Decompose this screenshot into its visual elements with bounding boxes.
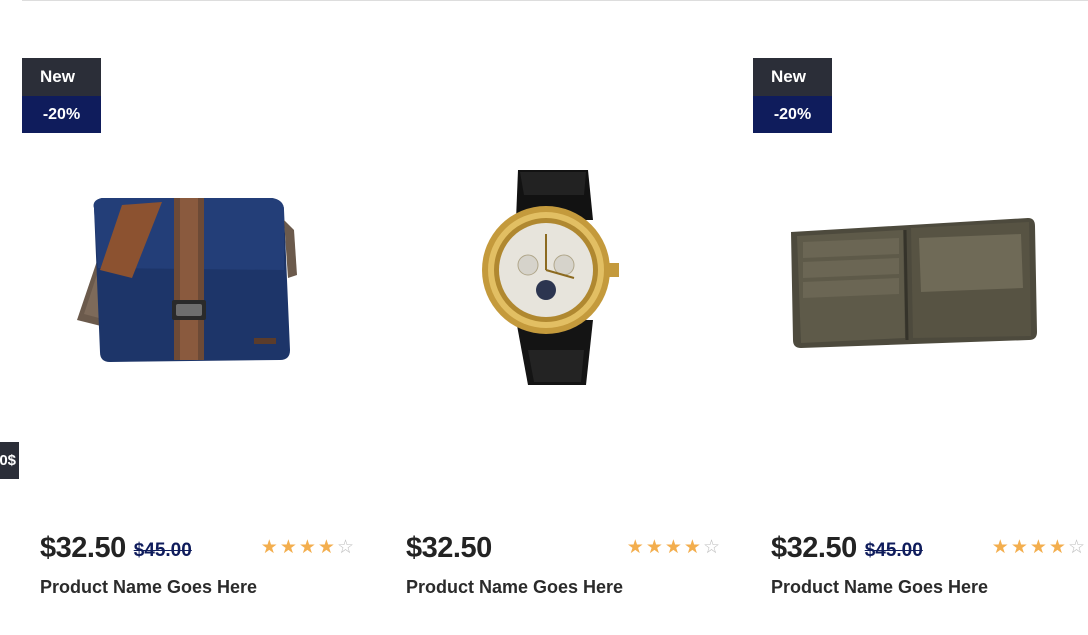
star-icon: ★ xyxy=(1010,537,1028,558)
star-icon: ★ xyxy=(645,537,663,558)
star-empty-icon: ☆ xyxy=(702,537,720,558)
product-name[interactable]: Product Name Goes Here xyxy=(771,577,988,598)
product-name[interactable]: Product Name Goes Here xyxy=(40,577,257,598)
rating-stars: ★ ★ ★ ★ ☆ xyxy=(625,538,720,557)
star-empty-icon: ☆ xyxy=(1067,537,1085,558)
badge-discount: -20% xyxy=(753,96,832,133)
badge-new: New xyxy=(753,58,832,96)
product-price: $32.50 xyxy=(771,531,857,564)
product-old-price: $45.00 xyxy=(864,540,923,561)
star-icon: ★ xyxy=(626,537,644,558)
star-icon: ★ xyxy=(664,537,682,558)
product-card[interactable]: New -20% $32.50 $45.00 ★ ★ ★ ★ ☆ Product… xyxy=(753,0,1088,635)
price-row: $32.50 $45.00 ★ ★ ★ ★ ☆ xyxy=(40,528,354,568)
product-image-messenger-bag[interactable] xyxy=(22,150,352,400)
product-badges: New -20% xyxy=(22,58,101,133)
product-card[interactable]: $32.50 ★ ★ ★ ★ ☆ Product Name Goes Here xyxy=(388,0,734,635)
product-image-wallet[interactable] xyxy=(753,150,1083,400)
product-card[interactable]: New -20% $32.50 $45.00 ★ ★ ★ ★ ☆ Product… xyxy=(22,0,368,635)
product-name[interactable]: Product Name Goes Here xyxy=(406,577,623,598)
product-old-price: $45.00 xyxy=(133,540,192,561)
star-icon: ★ xyxy=(1048,537,1066,558)
product-badges: New -20% xyxy=(753,58,832,133)
star-icon: ★ xyxy=(991,537,1009,558)
product-price: $32.50 xyxy=(406,531,492,564)
star-icon: ★ xyxy=(317,537,335,558)
star-icon: ★ xyxy=(1029,537,1047,558)
product-grid: New -20% $32.50 $45.00 ★ ★ ★ ★ ☆ Product… xyxy=(0,0,1088,635)
price-row: $32.50 ★ ★ ★ ★ ☆ xyxy=(406,528,720,568)
star-icon: ★ xyxy=(298,537,316,558)
rating-stars: ★ ★ ★ ★ ☆ xyxy=(990,538,1085,557)
price-row: $32.50 $45.00 ★ ★ ★ ★ ☆ xyxy=(771,528,1085,568)
product-price: $32.50 xyxy=(40,531,126,564)
star-icon: ★ xyxy=(260,537,278,558)
product-image-wristwatch[interactable] xyxy=(388,150,718,400)
star-icon: ★ xyxy=(279,537,297,558)
badge-new: New xyxy=(22,58,101,96)
rating-stars: ★ ★ ★ ★ ☆ xyxy=(259,538,354,557)
star-icon: ★ xyxy=(683,537,701,558)
badge-discount: -20% xyxy=(22,96,101,133)
star-empty-icon: ☆ xyxy=(336,537,354,558)
